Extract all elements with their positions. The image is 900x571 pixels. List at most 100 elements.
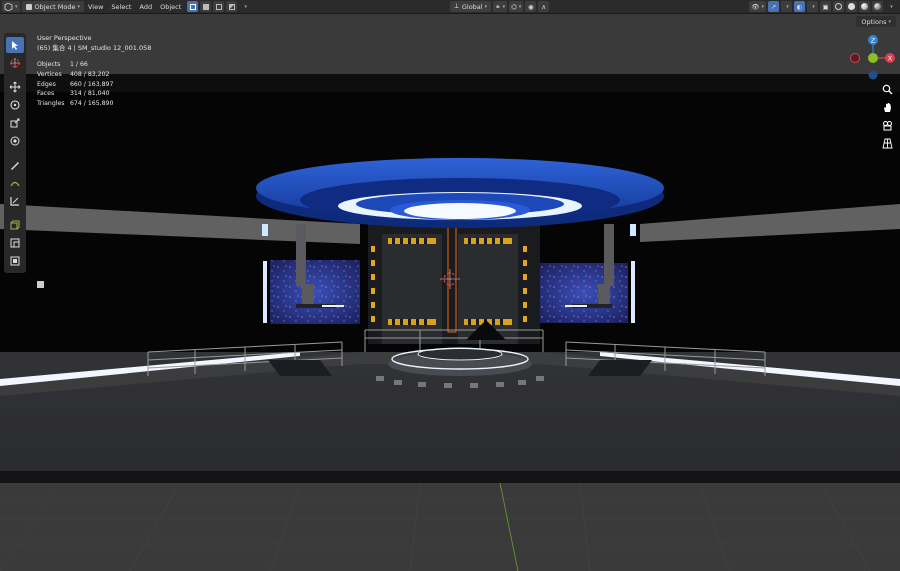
viewport-text-overlay: User Perspective (65) 集合 4 | SM_studio 1… bbox=[37, 33, 151, 109]
menu-object[interactable]: Object bbox=[156, 3, 185, 11]
3d-viewport[interactable]: User Perspective (65) 集合 4 | SM_studio 1… bbox=[0, 14, 900, 571]
options-label: Options bbox=[861, 17, 887, 26]
overlay-icon: ◐ bbox=[796, 2, 803, 11]
tool-cursor[interactable] bbox=[6, 55, 24, 71]
stat-value: 408 / 83,202 bbox=[70, 70, 110, 78]
select-set-icon bbox=[189, 3, 196, 10]
proportional-edit-button[interactable]: ◉ bbox=[525, 1, 537, 12]
tool-annotate-line[interactable] bbox=[6, 175, 24, 191]
tool-add-cube[interactable] bbox=[6, 217, 24, 233]
zoom-icon bbox=[882, 84, 892, 94]
select-box-icon bbox=[12, 41, 18, 50]
camera-view-button[interactable] bbox=[880, 118, 894, 132]
stat-value: 314 / 81,040 bbox=[70, 90, 110, 98]
tool-annotate[interactable] bbox=[6, 157, 24, 173]
stat-label: Triangles bbox=[37, 100, 65, 108]
tool-inset[interactable] bbox=[6, 253, 24, 269]
select-mode-invert[interactable] bbox=[226, 1, 238, 12]
tool-scale[interactable] bbox=[6, 115, 24, 131]
pivot-dropdown[interactable]: ⚭ ▾ bbox=[493, 1, 508, 12]
cursor-icon bbox=[10, 58, 20, 68]
camera-object-icon bbox=[37, 281, 44, 288]
visibility-icon: 👁 bbox=[751, 2, 760, 11]
shading-material[interactable] bbox=[859, 1, 871, 12]
annotate-icon bbox=[11, 162, 19, 170]
rendered-sphere-icon bbox=[874, 3, 882, 10]
select-mode-extend[interactable] bbox=[200, 1, 212, 12]
select-extend-icon bbox=[202, 3, 209, 10]
mode-dropdown[interactable]: Object Mode ▾ bbox=[21, 1, 84, 12]
collection-info: (65) 集合 4 | SM_studio 12_001.058 bbox=[37, 44, 152, 52]
object-mode-icon bbox=[25, 3, 32, 10]
gizmo-toggle[interactable]: ↗ bbox=[768, 1, 780, 12]
link-icon: ⚭ bbox=[495, 2, 501, 11]
camera-icon bbox=[882, 120, 892, 130]
overlay-dropdown[interactable]: ▾ bbox=[807, 1, 819, 12]
material-sphere-icon bbox=[861, 3, 869, 10]
mode-label: Object Mode bbox=[34, 2, 76, 11]
shading-wireframe[interactable] bbox=[833, 1, 845, 12]
move-icon bbox=[9, 81, 21, 93]
transform-orientation-dropdown[interactable]: ⟂ Global ▾ bbox=[450, 1, 492, 12]
add-cube-icon bbox=[10, 220, 20, 230]
grid-ground bbox=[0, 483, 900, 571]
extrude-icon bbox=[10, 238, 20, 248]
stat-row: Triangles 674 / 165,890 bbox=[37, 99, 151, 109]
stat-value: 674 / 165,890 bbox=[70, 100, 114, 108]
gizmo-visibility[interactable]: 👁 ▾ bbox=[749, 1, 767, 12]
menu-select[interactable]: Select bbox=[107, 3, 135, 11]
editor-type-button[interactable]: ▾ bbox=[2, 1, 20, 12]
overlay-toggle[interactable]: ◐ bbox=[794, 1, 806, 12]
xray-icon: ▣ bbox=[822, 2, 829, 11]
tool-measure[interactable] bbox=[6, 193, 24, 209]
navigation-gizmo[interactable]: Z X bbox=[850, 30, 900, 80]
pan-button[interactable] bbox=[880, 100, 894, 114]
scale-icon bbox=[10, 118, 20, 128]
snap-icon: ⌬ bbox=[511, 2, 517, 11]
stat-row: Objects 1 / 66 bbox=[37, 60, 151, 70]
select-mode-set[interactable] bbox=[187, 1, 199, 12]
tool-rotate[interactable] bbox=[6, 97, 24, 113]
options-dropdown[interactable]: Options ▾ bbox=[856, 16, 896, 27]
scene-statistics: Objects 1 / 66 Vertices 408 / 83,202 Edges… bbox=[37, 60, 151, 109]
navigation-tools bbox=[880, 82, 894, 154]
gizmo-icon: ↗ bbox=[770, 2, 777, 11]
shading-solid[interactable] bbox=[846, 1, 858, 12]
stat-row: Edges 660 / 163,897 bbox=[37, 80, 151, 90]
xray-toggle[interactable]: ▣ bbox=[820, 1, 832, 12]
tool-select-box[interactable] bbox=[6, 37, 24, 53]
inset-icon bbox=[10, 256, 20, 266]
rotate-icon bbox=[10, 100, 20, 110]
zoom-button[interactable] bbox=[880, 82, 894, 96]
stat-label: Edges bbox=[37, 80, 56, 88]
annotate-line-icon bbox=[10, 181, 20, 187]
menu-view[interactable]: View bbox=[84, 3, 107, 11]
perspective-toggle-button[interactable] bbox=[880, 136, 894, 150]
orientation-label: Global bbox=[461, 2, 483, 11]
stat-value: 660 / 163,897 bbox=[70, 80, 114, 88]
shading-rendered[interactable] bbox=[872, 1, 884, 12]
transform-icon bbox=[10, 136, 20, 146]
stat-row: Vertices 408 / 83,202 bbox=[37, 70, 151, 80]
gizmo-dropdown[interactable]: ▾ bbox=[781, 1, 793, 12]
tool-transform[interactable] bbox=[6, 133, 24, 149]
menu-add[interactable]: Add bbox=[135, 3, 156, 11]
y-axis-handle[interactable] bbox=[867, 52, 879, 64]
snap-button[interactable]: ⌬ ▾ bbox=[509, 1, 524, 12]
left-door bbox=[382, 234, 442, 344]
stat-label: Vertices bbox=[37, 70, 62, 78]
select-subtract-icon bbox=[215, 3, 222, 10]
shading-dropdown[interactable]: ▾ bbox=[885, 1, 896, 12]
proportional-icon: ◉ bbox=[527, 2, 534, 11]
measure-icon bbox=[10, 197, 19, 206]
tool-extrude[interactable] bbox=[6, 235, 24, 251]
solid-sphere-icon bbox=[848, 3, 856, 10]
neg-z-axis-handle[interactable] bbox=[868, 70, 878, 80]
neg-x-axis-handle[interactable] bbox=[850, 53, 860, 63]
tool-move[interactable] bbox=[6, 79, 24, 95]
select-mode-more[interactable]: ▾ bbox=[239, 1, 250, 12]
falloff-button[interactable]: ∧ bbox=[538, 1, 550, 12]
select-mode-subtract[interactable] bbox=[213, 1, 225, 12]
x-axis-label: X bbox=[888, 55, 893, 63]
view-name: User Perspective bbox=[37, 34, 92, 42]
